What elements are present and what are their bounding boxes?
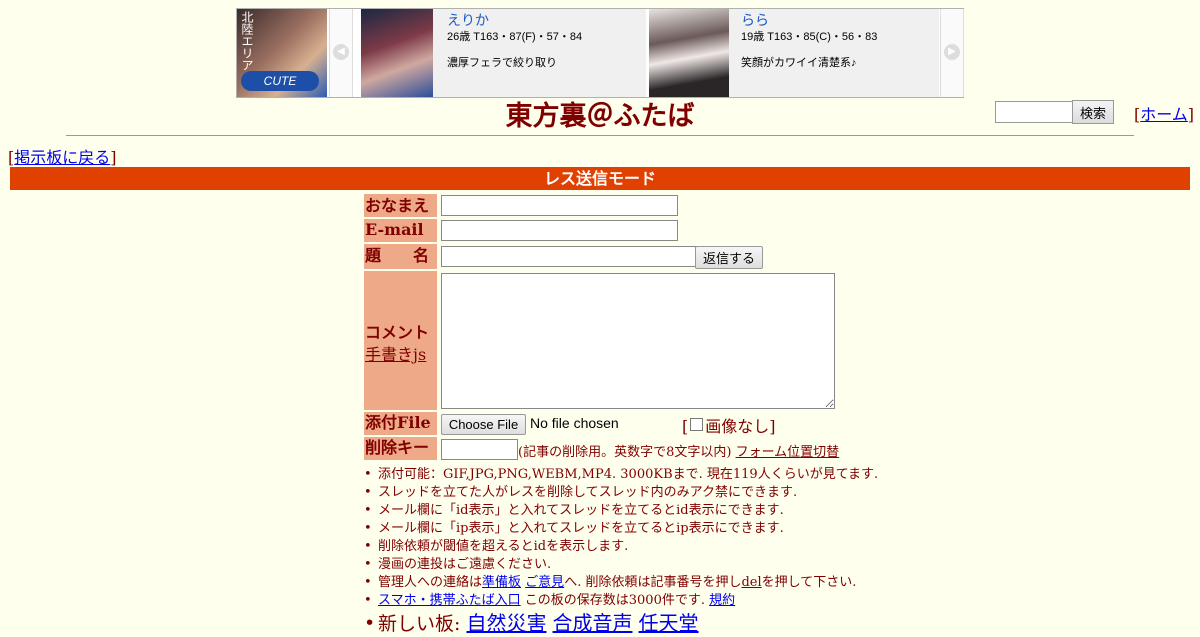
list-item: 添付可能：GIF,JPG,PNG,WEBM,MP4. 3000KBまで. 現在1… <box>364 466 878 484</box>
ad-logo-mark: 北陸エリア <box>240 11 254 71</box>
ad-logo-badge: CUTE <box>241 71 319 91</box>
choose-file-button[interactable]: Choose File <box>441 414 526 435</box>
ad-card-2-name: らら <box>741 12 769 28</box>
ad-logo[interactable]: 北陸エリア CUTE <box>237 9 327 97</box>
list-item: メール欄に「id表示」と入れてスレッドを立てるとid表示にできます. <box>364 502 878 520</box>
handwrite-link[interactable]: 手書きjs <box>365 341 426 365</box>
bracket: ] <box>1187 105 1195 124</box>
ad-card-2[interactable]: らら 19歳 T163・85(C)・56・83 笑顔がカワイイ清楚系♪ <box>649 9 939 97</box>
notes-list: 添付可能：GIF,JPG,PNG,WEBM,MP4. 3000KBまで. 現在1… <box>364 466 878 637</box>
list-item: 漫画の連投はご遠慮ください. <box>364 556 878 574</box>
form-position-toggle-link[interactable]: フォーム位置切替 <box>736 445 840 460</box>
home-nav: [ホーム] <box>1134 101 1194 125</box>
comment-textarea[interactable] <box>441 273 835 409</box>
delete-key-input[interactable] <box>441 439 518 460</box>
ad-card-1-stats: 26歳 T163・87(F)・57・84 <box>447 31 583 43</box>
no-image-label: 画像なし] <box>705 417 776 436</box>
subject-label: 題 名 <box>364 244 437 269</box>
name-label: おなまえ <box>364 194 437 217</box>
delete-key-note-row: (記事の削除用。英数字で8文字以内) フォーム位置切替 <box>518 441 839 460</box>
reply-mode-bar: レス送信モード <box>10 167 1190 190</box>
ad-card-2-desc: 笑顔がカワイイ清楚系♪ <box>741 57 857 69</box>
back-nav: [掲示板に戻る] <box>8 144 117 168</box>
list-item: 新しい板: 自然災害 合成音声 任天堂 <box>364 610 878 637</box>
email-input[interactable] <box>441 220 678 241</box>
file-status: No file chosen <box>530 415 619 431</box>
rules-link[interactable]: 規約 <box>709 593 735 608</box>
back-to-board-link[interactable]: 掲示板に戻る <box>14 148 110 167</box>
board-link-nintendo[interactable]: 任天堂 <box>639 611 699 635</box>
list-item: スマホ・携帯ふたば入口 この板の保存数は3000件です. 規約 <box>364 592 878 610</box>
no-image-option[interactable]: [ 画像なし] <box>682 413 776 437</box>
ad-card-1-desc: 濃厚フェラで絞り取り <box>447 57 557 69</box>
comment-label: コメント <box>365 323 430 342</box>
search-input[interactable] <box>995 101 1075 123</box>
chevron-right-icon: ▶ <box>944 44 960 60</box>
board-link-disaster[interactable]: 自然災害 <box>466 611 546 635</box>
email-label: E-mail <box>364 219 437 242</box>
ad-card-1-photo <box>361 9 433 97</box>
bracket: ] <box>110 148 117 167</box>
feedback-link[interactable]: ご意見 <box>525 575 564 590</box>
list-item: スレッドを立てた人がレスを削除してスレッド内のみアク禁にできます. <box>364 484 878 502</box>
submit-reply-button[interactable]: 返信する <box>695 246 763 269</box>
board-link-synth-voice[interactable]: 合成音声 <box>553 611 633 635</box>
ad-card-2-photo <box>649 9 729 97</box>
note-text: この板の保存数は3000件です. <box>524 593 705 608</box>
divider <box>66 135 1134 136</box>
ad-card-1[interactable]: えりか 26歳 T163・87(F)・57・84 濃厚フェラで絞り取り <box>361 9 646 97</box>
ad-prev-button[interactable]: ◀ <box>329 9 353 97</box>
list-item: 削除依頼が閾値を超えるとidを表示します. <box>364 538 878 556</box>
ad-card-1-name: えりか <box>447 12 489 28</box>
no-image-checkbox[interactable] <box>690 418 704 431</box>
file-label: 添付File <box>364 412 437 435</box>
delete-key-note: (記事の削除用。英数字で8文字以内) <box>518 445 732 460</box>
ad-banner[interactable]: 北陸エリア CUTE ◀ えりか 26歳 T163・87(F)・57・84 濃厚… <box>236 8 964 98</box>
subject-input[interactable] <box>441 246 696 267</box>
chevron-left-icon: ◀ <box>333 44 349 60</box>
home-link[interactable]: ホーム <box>1140 105 1188 124</box>
bracket: [ <box>682 417 689 436</box>
mobile-entrance-link[interactable]: スマホ・携帯ふたば入口 <box>378 593 521 608</box>
delete-key-label: 削除キー <box>364 437 437 460</box>
search-button[interactable]: 検索 <box>1072 100 1114 124</box>
ad-next-button[interactable]: ▶ <box>940 9 964 97</box>
note-text: 新しい板: <box>378 613 461 635</box>
list-item: メール欄に「ip表示」と入れてスレッドを立てるとip表示にできます. <box>364 520 878 538</box>
note-text: を押して下さい. <box>761 575 857 590</box>
prep-board-link[interactable]: 準備板 <box>482 575 521 590</box>
ad-card-2-stats: 19歳 T163・85(C)・56・83 <box>741 31 878 43</box>
list-item: 管理人への連絡は準備板 ご意見へ. 削除依頼は記事番号を押しdelを押して下さい… <box>364 574 878 592</box>
note-text: 管理人への連絡は <box>378 575 483 590</box>
del-link[interactable]: del <box>741 575 761 590</box>
name-input[interactable] <box>441 195 678 216</box>
note-text: へ. 削除依頼は記事番号を押し <box>564 575 742 590</box>
comment-label-cell: コメント 手書きjs <box>364 271 437 410</box>
